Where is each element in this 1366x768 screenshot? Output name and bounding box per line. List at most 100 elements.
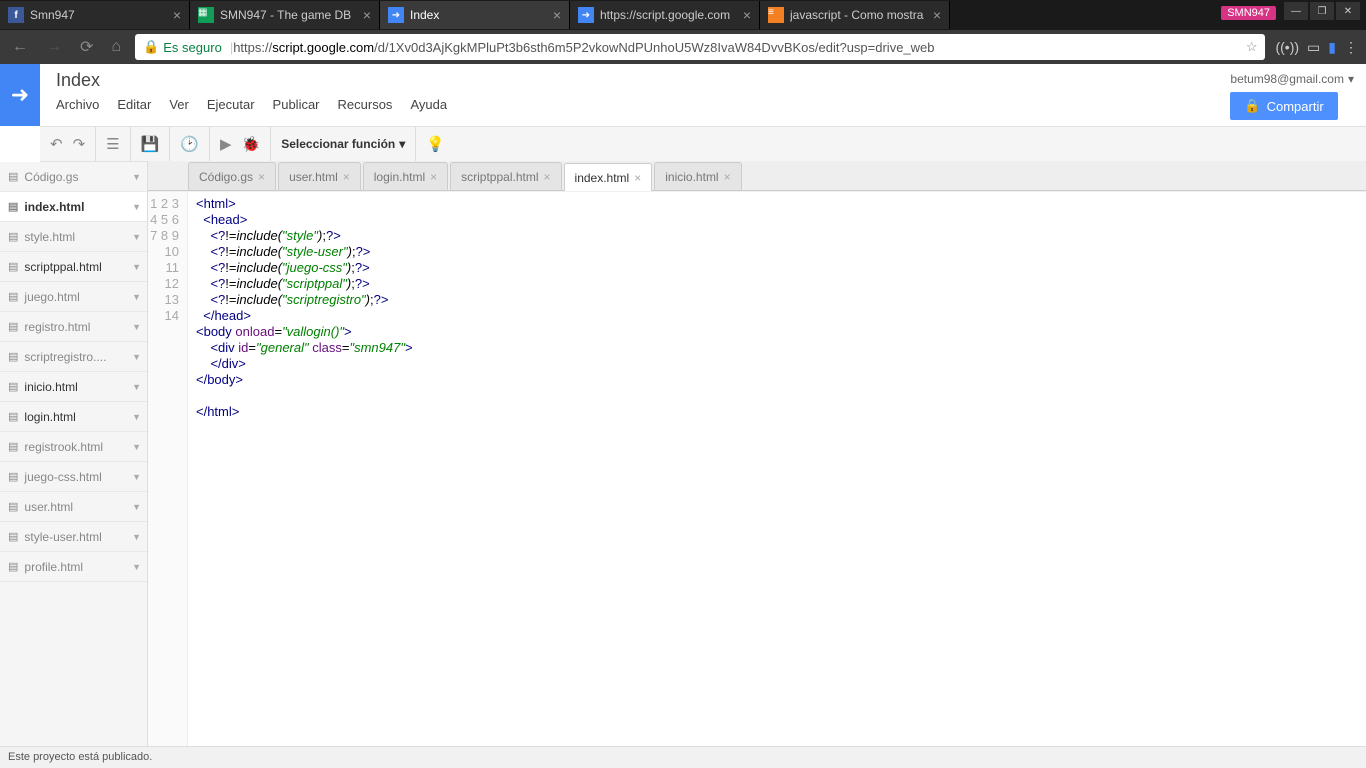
editor-tab[interactable]: index.html× (564, 163, 653, 191)
sidebar-file[interactable]: ▤juego-css.html▼ (0, 462, 147, 492)
tab-close-icon[interactable]: × (553, 7, 561, 23)
sidebar-file[interactable]: ▤user.html▼ (0, 492, 147, 522)
sidebar-file[interactable]: ▤login.html▼ (0, 402, 147, 432)
tab-close-icon[interactable]: × (173, 7, 181, 23)
tab-close-icon[interactable]: × (430, 170, 437, 184)
menu-ejecutar[interactable]: Ejecutar (207, 97, 255, 112)
app-logo-icon[interactable]: ➜ (0, 64, 40, 126)
browser-tab[interactable]: fSmn947× (0, 1, 190, 29)
menu-publicar[interactable]: Publicar (273, 97, 320, 112)
extension-icon[interactable]: ((•)) (1275, 39, 1299, 56)
file-name: scriptppal.html (24, 260, 101, 274)
tab-close-icon[interactable]: × (258, 170, 265, 184)
sidebar-file[interactable]: ▤registro.html▼ (0, 312, 147, 342)
back-button[interactable]: ← (8, 38, 32, 56)
save-button[interactable]: 💾 (141, 135, 160, 153)
dropdown-arrow-icon[interactable]: ▼ (132, 352, 141, 362)
file-icon: ▤ (8, 230, 18, 243)
sidebar-file[interactable]: ▤style.html▼ (0, 222, 147, 252)
sidebar-file[interactable]: ▤registrook.html▼ (0, 432, 147, 462)
browser-tab[interactable]: ≡javascript - Como mostra× (760, 1, 950, 29)
window-minimize-button[interactable]: — (1284, 2, 1308, 20)
file-name: Código.gs (24, 170, 78, 184)
tab-close-icon[interactable]: × (724, 170, 731, 184)
file-sidebar: ▤Código.gs▼▤index.html▼▤style.html▼▤scri… (0, 162, 148, 746)
code-editor[interactable]: 1 2 3 4 5 6 7 8 9 10 11 12 13 14 <html> … (148, 192, 1366, 746)
editor-tab[interactable]: Código.gs× (188, 162, 276, 190)
file-name: scriptregistro.... (24, 350, 106, 364)
dropdown-arrow-icon[interactable]: ▼ (132, 472, 141, 482)
tab-label: inicio.html (665, 170, 718, 184)
tab-close-icon[interactable]: × (743, 7, 751, 23)
code-content[interactable]: <html> <head> <?!=include("style");?> <?… (188, 192, 1366, 746)
run-button[interactable]: ▶ (220, 135, 232, 153)
debug-button[interactable]: 🐞 (242, 135, 261, 153)
editor-tab[interactable]: inicio.html × (654, 162, 741, 190)
browser-tab[interactable]: ➜Index× (380, 1, 570, 29)
window-maximize-button[interactable]: ❐ (1310, 2, 1334, 20)
browser-tab[interactable]: ▦SMN947 - The game DB× (190, 1, 380, 29)
browser-tab[interactable]: ➜https://script.google.com× (570, 1, 760, 29)
browser-tab-strip: fSmn947×▦SMN947 - The game DB×➜Index×➜ht… (0, 0, 1366, 30)
dropdown-arrow-icon[interactable]: ▼ (132, 232, 141, 242)
browser-menu-icon[interactable]: ⋮ (1344, 39, 1358, 56)
dropdown-arrow-icon[interactable]: ▼ (132, 262, 141, 272)
window-close-button[interactable]: ✕ (1336, 2, 1360, 20)
dropdown-arrow-icon[interactable]: ▼ (132, 292, 141, 302)
editor-tab[interactable]: user.html× (278, 162, 361, 190)
tab-label: login.html (374, 170, 425, 184)
editor-tab[interactable]: login.html × (363, 162, 448, 190)
url-input[interactable]: 🔒 Es seguro | https://script.google.com/… (135, 34, 1265, 60)
dropdown-arrow-icon[interactable]: ▼ (132, 202, 141, 212)
undo-button[interactable]: ↶ (50, 135, 63, 153)
lightbulb-icon[interactable]: 💡 (426, 135, 445, 153)
tab-close-icon[interactable]: × (634, 171, 641, 185)
user-email[interactable]: betum98@gmail.com▾ (1230, 72, 1354, 86)
dropdown-arrow-icon[interactable]: ▼ (132, 172, 141, 182)
bookmark-star-icon[interactable]: ☆ (1246, 39, 1258, 55)
forward-button[interactable]: → (42, 38, 66, 56)
file-icon: ▤ (8, 380, 18, 393)
file-name: registro.html (24, 320, 90, 334)
project-title[interactable]: Index (56, 70, 1202, 91)
tab-label: scriptppal.html (461, 170, 538, 184)
sidebar-file[interactable]: ▤scriptregistro....▼ (0, 342, 147, 372)
dropdown-arrow-icon[interactable]: ▼ (132, 382, 141, 392)
dropdown-arrow-icon[interactable]: ▼ (132, 412, 141, 422)
dropdown-arrow-icon[interactable]: ▼ (132, 502, 141, 512)
share-button[interactable]: 🔒 Compartir (1230, 92, 1337, 120)
history-button[interactable]: 🕑 (180, 135, 199, 153)
tab-close-icon[interactable]: × (363, 7, 371, 23)
menu-editar[interactable]: Editar (117, 97, 151, 112)
file-name: juego.html (24, 290, 79, 304)
lock-icon: 🔒 (143, 39, 159, 55)
sidebar-file[interactable]: ▤ scriptppal.html ▼ (0, 252, 147, 282)
file-icon: ▤ (8, 260, 18, 273)
tab-close-icon[interactable]: × (343, 170, 350, 184)
tab-title: SMN947 - The game DB (220, 8, 357, 22)
sidebar-file[interactable]: ▤juego.html▼ (0, 282, 147, 312)
sidebar-file[interactable]: ▤style-user.html▼ (0, 522, 147, 552)
dropdown-arrow-icon[interactable]: ▼ (132, 442, 141, 452)
menu-ver[interactable]: Ver (169, 97, 189, 112)
menu-archivo[interactable]: Archivo (56, 97, 99, 112)
indent-button[interactable]: ☰ (106, 135, 119, 153)
sidebar-file[interactable]: ▤Código.gs▼ (0, 162, 147, 192)
editor-tab[interactable]: scriptppal.html × (450, 162, 561, 190)
reload-button[interactable]: ⟳ (76, 37, 97, 57)
tab-close-icon[interactable]: × (933, 7, 941, 23)
sidebar-file[interactable]: ▤inicio.html▼ (0, 372, 147, 402)
sidebar-file[interactable]: ▤profile.html▼ (0, 552, 147, 582)
extension-icon[interactable]: ▮ (1328, 39, 1336, 56)
tab-close-icon[interactable]: × (544, 170, 551, 184)
redo-button[interactable]: ↷ (73, 135, 86, 153)
menu-recursos[interactable]: Recursos (338, 97, 393, 112)
dropdown-arrow-icon[interactable]: ▼ (132, 322, 141, 332)
home-button[interactable]: ⌂ (107, 38, 125, 56)
menu-ayuda[interactable]: Ayuda (410, 97, 447, 112)
function-select[interactable]: Seleccionar función ▾ (281, 137, 405, 151)
dropdown-arrow-icon[interactable]: ▼ (132, 532, 141, 542)
dropdown-arrow-icon[interactable]: ▼ (132, 562, 141, 572)
sidebar-file[interactable]: ▤index.html▼ (0, 192, 147, 222)
extension-icon[interactable]: ▭ (1307, 39, 1320, 56)
